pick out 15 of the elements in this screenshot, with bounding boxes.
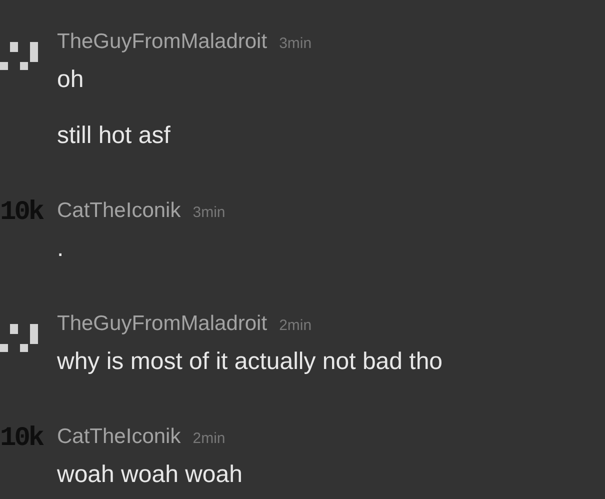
message-text: still hot asf — [57, 121, 172, 151]
message-time: 3min — [192, 203, 226, 223]
message-time: 2min — [192, 429, 226, 449]
pixel-avatar-icon — [0, 42, 38, 70]
message-time: 2min — [279, 316, 312, 336]
author-name[interactable]: TheGuyFromMaladroit — [57, 310, 268, 338]
message-text: oh — [57, 65, 85, 95]
message-text: woah woah woah — [57, 460, 242, 490]
message-text: why is most of it actually not bad tho — [57, 347, 443, 377]
author-name[interactable]: CatTheIconik — [57, 197, 181, 225]
message-time: 3min — [279, 34, 312, 54]
pixel-avatar-icon — [0, 324, 38, 352]
author-name[interactable]: TheGuyFromMaladroit — [57, 28, 268, 56]
author-name[interactable]: CatTheIconik — [57, 423, 181, 451]
message-text: . — [57, 234, 65, 264]
